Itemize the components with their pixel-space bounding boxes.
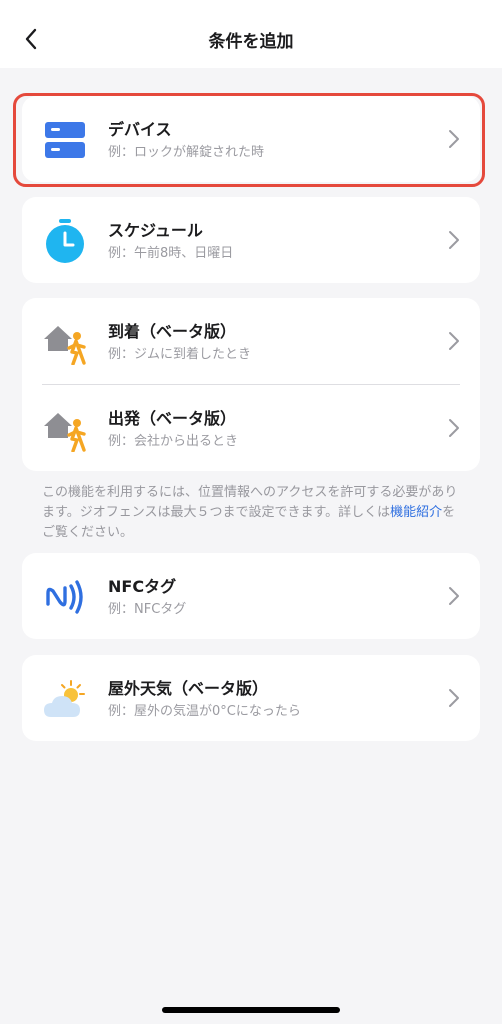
location-note: この機能を利用するには、位置情報へのアクセスを許可する必要があります。ジオフェン… (42, 483, 466, 543)
card-schedule: スケジュール 例：午前8時、日曜日 (22, 197, 480, 283)
item-title: NFCタグ (108, 577, 177, 596)
device-icon (42, 117, 88, 163)
condition-item-nfc[interactable]: NFCタグ 例：NFCタグ (22, 553, 480, 639)
item-title: 出発（ベータ版） (108, 409, 237, 428)
item-title: スケジュール (108, 221, 203, 240)
page-title: 条件を追加 (208, 32, 294, 52)
condition-item-device[interactable]: デバイス 例：ロックが解錠された時 (22, 96, 480, 182)
leave-home-icon (42, 406, 88, 452)
card-weather: 屋外天気（ベータ版） 例：屋外の気温が0°Cになったら (22, 655, 480, 741)
card-nfc: NFCタグ 例：NFCタグ (22, 553, 480, 639)
chevron-right-icon (449, 689, 459, 707)
chevron-right-icon (449, 231, 459, 249)
stopwatch-icon (42, 218, 88, 264)
arrive-home-icon (42, 319, 88, 365)
item-title: 到着（ベータ版） (108, 322, 237, 341)
item-subtitle: 例：ジムに到着したとき (108, 347, 252, 362)
chevron-right-icon (449, 130, 459, 148)
weather-icon (42, 676, 88, 722)
chevron-right-icon (449, 587, 459, 605)
item-subtitle: 例：NFCタグ (108, 602, 187, 617)
condition-item-leave[interactable]: 出発（ベータ版） 例：会社から出るとき (22, 385, 480, 471)
feature-intro-link[interactable]: 機能紹介 (390, 505, 442, 520)
card-location: 到着（ベータ版） 例：ジムに到着したとき 出発（ベータ版） 例：会社から出るとき (22, 298, 480, 471)
item-title: 屋外天気（ベータ版） (108, 679, 269, 698)
item-title: デバイス (108, 120, 172, 139)
chevron-right-icon (449, 419, 459, 437)
condition-item-weather[interactable]: 屋外天気（ベータ版） 例：屋外の気温が0°Cになったら (22, 655, 480, 741)
item-subtitle: 例：ロックが解錠された時 (108, 145, 265, 160)
condition-item-schedule[interactable]: スケジュール 例：午前8時、日曜日 (22, 197, 480, 283)
nav-bar: 条件を追加 (0, 0, 502, 68)
item-subtitle: 例：午前8時、日曜日 (108, 246, 234, 261)
condition-item-arrive[interactable]: 到着（ベータ版） 例：ジムに到着したとき (22, 298, 480, 384)
item-subtitle: 例：屋外の気温が0°Cになったら (108, 704, 301, 719)
home-indicator[interactable] (162, 1007, 340, 1013)
card-device: デバイス 例：ロックが解錠された時 (22, 96, 480, 182)
nfc-icon (42, 574, 88, 620)
chevron-right-icon (449, 332, 459, 350)
item-subtitle: 例：会社から出るとき (108, 434, 239, 449)
